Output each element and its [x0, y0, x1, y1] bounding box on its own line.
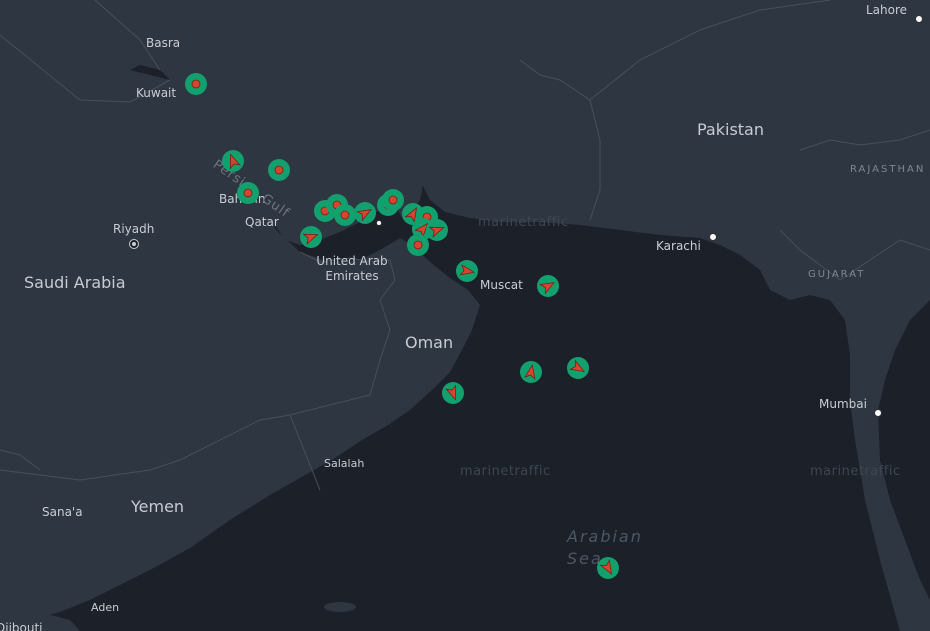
vessel-underway-marker[interactable] [537, 275, 559, 297]
vessel-stopped-marker[interactable] [407, 234, 429, 256]
vessel-underway-marker[interactable] [442, 382, 464, 404]
vessel-underway-marker[interactable] [456, 260, 478, 282]
vessel-stopped-marker[interactable] [237, 182, 259, 204]
vessel-underway-marker[interactable] [222, 150, 244, 172]
vessel-stopped-marker[interactable] [334, 204, 356, 226]
vessel-underway-marker[interactable] [567, 357, 589, 379]
vessel-underway-marker[interactable] [520, 361, 542, 383]
vessel-underway-marker[interactable] [354, 202, 376, 224]
vessel-underway-marker[interactable] [300, 226, 322, 248]
map-viewport[interactable]: Lahore Basra Kuwait Riyadh Karachi Musca… [0, 0, 930, 631]
vessel-layer [185, 73, 619, 579]
vessel-stopped-marker[interactable] [382, 189, 404, 211]
vessel-stopped-marker[interactable] [268, 159, 290, 181]
vessel-underway-marker[interactable] [426, 219, 448, 241]
vessel-stopped-marker[interactable] [185, 73, 207, 95]
vessel-underway-marker[interactable] [597, 557, 619, 579]
